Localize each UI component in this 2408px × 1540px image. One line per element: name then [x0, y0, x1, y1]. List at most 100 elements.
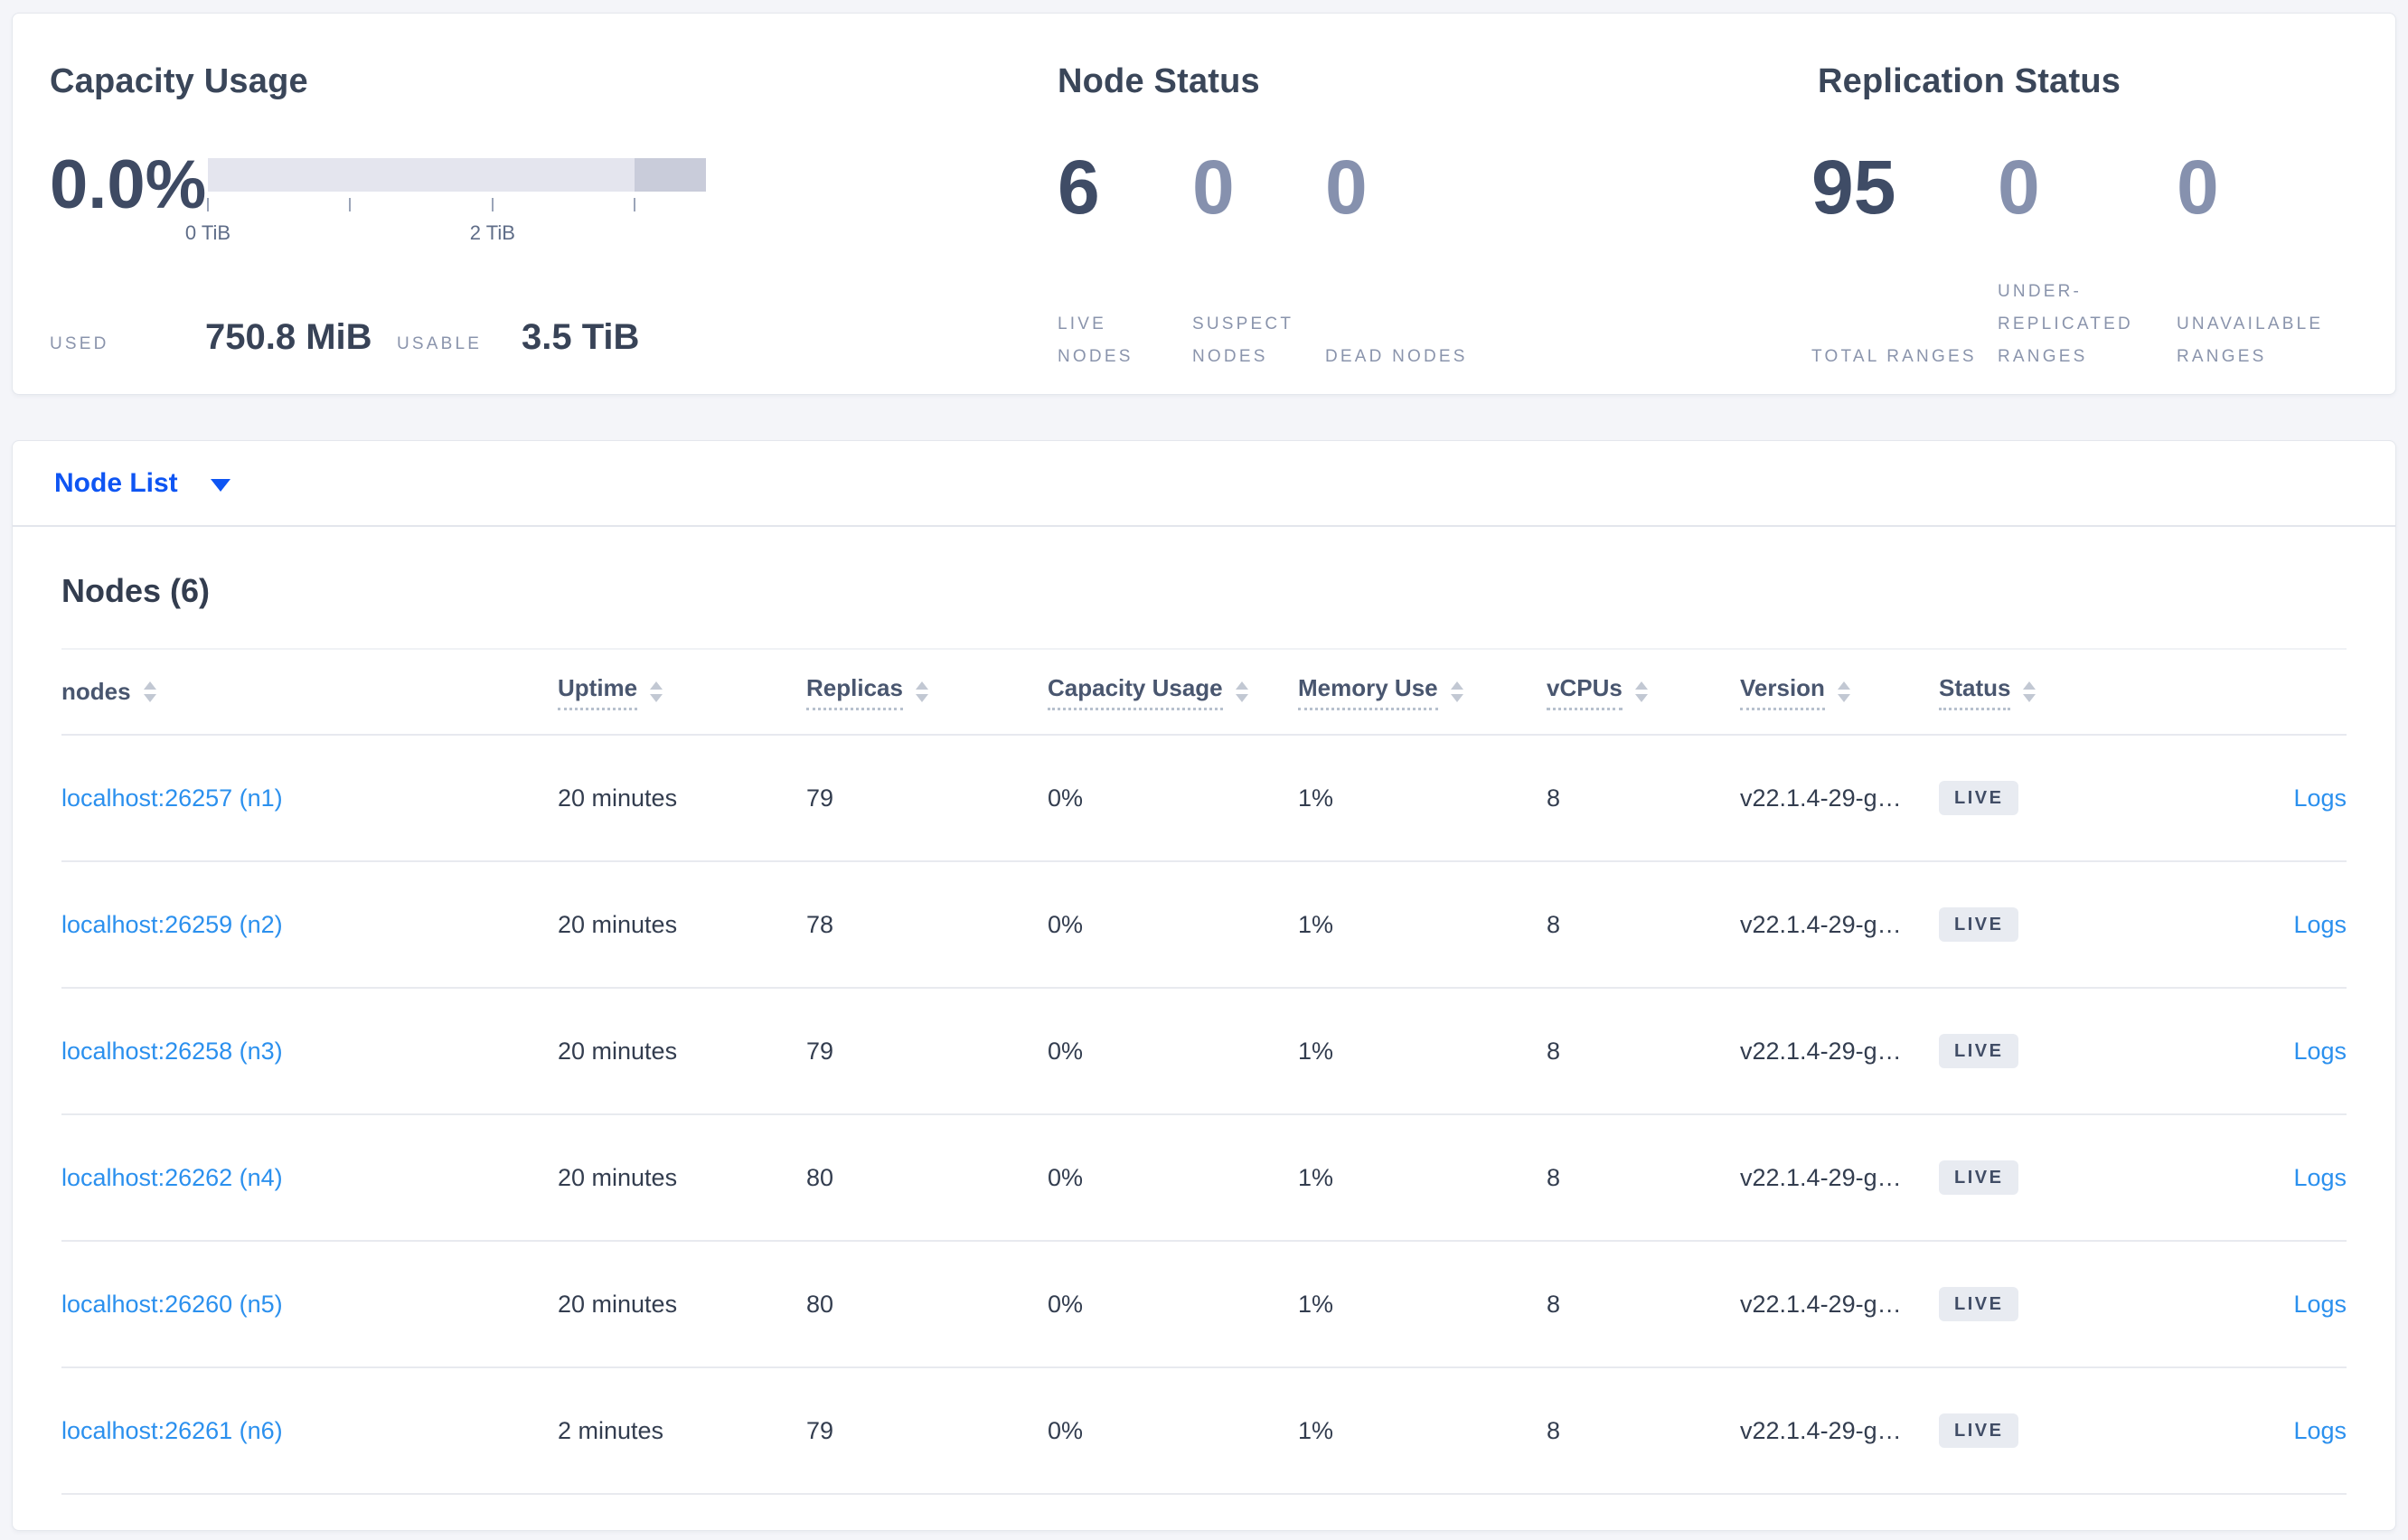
logs-link[interactable]: Logs [2293, 1291, 2347, 1318]
table-row: localhost:26257 (n1) 20 minutes 79 0% 1%… [61, 736, 2347, 862]
table-row: localhost:26258 (n3) 20 minutes 79 0% 1%… [61, 989, 2347, 1115]
capacity-usage-title: Capacity Usage [50, 62, 308, 100]
column-header[interactable]: vCPUs [1547, 674, 1740, 710]
summary-metric-label: UNDER-REPLICATED RANGES [1998, 282, 2133, 366]
summary-metric-label: DEAD NODES [1325, 347, 1468, 366]
column-header-label: Capacity Usage [1048, 674, 1223, 710]
sort-arrows-icon [1235, 681, 1248, 702]
nodes-table-header: nodes Uptime Replicas Capacity Usage Mem… [61, 648, 2347, 736]
status-badge: LIVE [1939, 1287, 2019, 1321]
gauge-tick [491, 198, 494, 211]
vcpus-cell: 8 [1547, 910, 1561, 938]
logs-link[interactable]: Logs [2293, 1164, 2347, 1191]
node-address-link[interactable]: localhost:26257 (n1) [61, 784, 283, 812]
column-header-label: Status [1939, 674, 2011, 710]
summary-metric-label: TOTAL RANGES [1811, 347, 1977, 366]
vcpus-cell: 8 [1547, 1163, 1561, 1191]
capacity-usage-cell: 0% [1048, 910, 1084, 938]
column-header-label: Version [1740, 674, 1825, 710]
capacity-gauge-extra-segment [635, 158, 706, 192]
logs-link[interactable]: Logs [2293, 911, 2347, 938]
capacity-used-row: USED 750.8 MiB USABLE 3.5 TiB [50, 317, 639, 358]
node-list-dropdown-label: Node List [54, 467, 178, 498]
replicas-cell: 80 [806, 1290, 834, 1318]
capacity-usage-cell: 0% [1048, 1416, 1084, 1444]
column-header[interactable]: Memory Use [1298, 674, 1547, 710]
version-cell: v22.1.4-29-g… [1740, 910, 1902, 938]
summary-metric: 0 SUSPECT NODES [1192, 149, 1314, 373]
caret-down-icon [210, 478, 230, 492]
summary-metric-label: LIVE NODES [1058, 315, 1133, 366]
replicas-cell: 79 [806, 784, 834, 812]
status-badge: LIVE [1939, 1413, 2019, 1448]
vcpus-cell: 8 [1547, 784, 1561, 812]
summary-metric: 95 TOTAL RANGES [1811, 149, 1983, 373]
usable-label: USABLE [397, 334, 483, 353]
summary-metric-value: 0 [2177, 145, 2219, 230]
version-cell: v22.1.4-29-g… [1740, 1290, 1902, 1318]
node-address-link[interactable]: localhost:26258 (n3) [61, 1038, 283, 1065]
used-label: USED [50, 334, 109, 353]
node-list-dropdown[interactable]: Node List [54, 468, 230, 499]
uptime-cell: 20 minutes [558, 910, 678, 938]
uptime-cell: 20 minutes [558, 1163, 678, 1191]
node-address-link[interactable]: localhost:26259 (n2) [61, 911, 283, 938]
usable-value: 3.5 TiB [522, 317, 640, 357]
capacity-usage-cell: 0% [1048, 1290, 1084, 1318]
node-address-link[interactable]: localhost:26262 (n4) [61, 1164, 283, 1191]
version-cell: v22.1.4-29-g… [1740, 1037, 1902, 1065]
summary-metric: 0 UNDER-REPLICATED RANGES [1998, 149, 2169, 373]
column-header-label: Memory Use [1298, 674, 1438, 710]
sort-arrows-icon [1450, 681, 1463, 702]
nodes-table-card: Nodes (6) nodes Uptime Replicas Capacity… [12, 525, 2396, 1531]
replicas-cell: 78 [806, 910, 834, 938]
gauge-tick [634, 198, 636, 211]
replication-status-title: Replication Status [1818, 62, 2121, 100]
status-badge: LIVE [1939, 781, 2019, 815]
summary-metric: 6 LIVE NODES [1058, 149, 1180, 373]
column-header[interactable]: Replicas [806, 674, 1048, 710]
summary-metric-value: 0 [1998, 145, 2040, 230]
node-address-link[interactable]: localhost:26261 (n6) [61, 1417, 283, 1444]
summary-metric-label: SUSPECT NODES [1192, 315, 1293, 366]
sort-arrows-icon [1837, 681, 1850, 702]
logs-link[interactable]: Logs [2293, 1038, 2347, 1065]
memory-use-cell: 1% [1298, 1290, 1334, 1318]
column-header[interactable]: Version [1740, 674, 1939, 710]
sort-arrows-icon [143, 681, 156, 702]
capacity-gauge-axis: 0 TiB 2 TiB [185, 198, 706, 252]
sort-arrows-icon [650, 681, 663, 702]
memory-use-cell: 1% [1298, 784, 1334, 812]
gauge-tick [207, 198, 209, 211]
cluster-overview-page: Capacity Usage 0.0% 0 TiB 2 TiB USED 750.… [0, 0, 2408, 1531]
capacity-usage-cell: 0% [1048, 1163, 1084, 1191]
uptime-cell: 2 minutes [558, 1416, 664, 1444]
table-row: localhost:26259 (n2) 20 minutes 78 0% 1%… [61, 862, 2347, 989]
column-header[interactable]: Status [1939, 674, 2147, 710]
gauge-tick-label: 0 TiB [184, 221, 231, 244]
replicas-cell: 80 [806, 1163, 834, 1191]
uptime-cell: 20 minutes [558, 784, 678, 812]
gauge-tick [349, 198, 352, 211]
column-header[interactable]: Uptime [558, 674, 806, 710]
vcpus-cell: 8 [1547, 1037, 1561, 1065]
capacity-usage-cell: 0% [1048, 784, 1084, 812]
column-header[interactable]: nodes [61, 678, 558, 706]
node-address-link[interactable]: localhost:26260 (n5) [61, 1291, 283, 1318]
view-selector-bar: Node List [12, 440, 2396, 525]
summary-metric-label: UNAVAILABLE RANGES [2177, 315, 2324, 366]
version-cell: v22.1.4-29-g… [1740, 784, 1902, 812]
logs-link[interactable]: Logs [2293, 1417, 2347, 1444]
column-header[interactable]: Capacity Usage [1048, 674, 1298, 710]
summary-metric-value: 0 [1192, 145, 1235, 230]
sort-arrows-icon [1634, 681, 1648, 702]
summary-metric-value: 6 [1058, 145, 1100, 230]
cluster-summary-card: Capacity Usage 0.0% 0 TiB 2 TiB USED 750.… [12, 13, 2396, 395]
version-cell: v22.1.4-29-g… [1740, 1163, 1902, 1191]
capacity-gauge [208, 158, 706, 192]
logs-link[interactable]: Logs [2293, 784, 2347, 812]
capacity-used-percent: 0.0% [50, 146, 207, 223]
capacity-usage-cell: 0% [1048, 1037, 1084, 1065]
status-badge: LIVE [1939, 907, 2019, 942]
memory-use-cell: 1% [1298, 1037, 1334, 1065]
